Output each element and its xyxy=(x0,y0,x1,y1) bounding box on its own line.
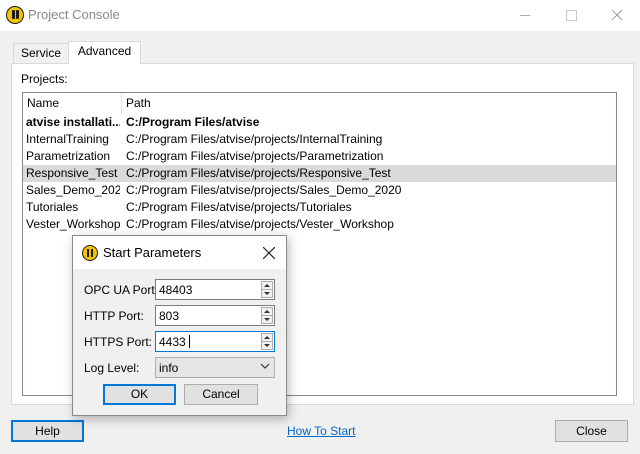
https-port-value: 4433 xyxy=(159,335,186,349)
project-path-cell: C:/Program Files/atvise/projects/Paramet… xyxy=(126,149,384,163)
list-item[interactable]: Responsive_Test C:/Program Files/atvise/p… xyxy=(23,165,616,182)
project-path-cell: C:/Program Files/atvise xyxy=(126,115,260,129)
column-header-path[interactable]: Path xyxy=(122,93,616,114)
list-item[interactable]: Vester_Workshop C:/Program Files/atvise/p… xyxy=(23,216,616,233)
list-item[interactable]: atvise installati... C:/Program Files/atv… xyxy=(23,114,616,131)
title-bar: Project Console xyxy=(0,0,640,31)
how-to-start-link[interactable]: How To Start xyxy=(287,424,355,438)
close-button[interactable]: Close xyxy=(555,420,628,442)
http-port-stepper[interactable]: 803 xyxy=(155,305,275,326)
log-level-label: Log Level: xyxy=(84,361,140,375)
log-level-select[interactable]: info xyxy=(155,357,275,378)
http-port-value: 803 xyxy=(159,309,180,323)
arrow-down-icon[interactable] xyxy=(262,316,272,324)
project-path-cell: C:/Program Files/atvise/projects/Sales_D… xyxy=(126,183,402,197)
tab-advanced[interactable]: Advanced xyxy=(68,41,141,64)
atvise-app-icon xyxy=(6,6,24,24)
list-item[interactable]: Tutoriales C:/Program Files/atvise/projec… xyxy=(23,199,616,216)
dialog-title: Start Parameters xyxy=(103,245,202,260)
text-caret xyxy=(189,335,190,348)
arrow-up-icon[interactable] xyxy=(262,282,272,290)
ok-button[interactable]: OK xyxy=(103,384,176,405)
project-name-cell: Responsive_Test xyxy=(26,166,118,180)
spin-arrows[interactable] xyxy=(261,307,273,324)
dialog-close-button[interactable] xyxy=(259,243,279,263)
list-item[interactable]: InternalTraining C:/Program Files/atvise/… xyxy=(23,131,616,148)
column-header-name[interactable]: Name xyxy=(23,93,122,114)
opc-ua-port-value: 48403 xyxy=(159,283,193,297)
dialog-title-bar: Start Parameters xyxy=(73,236,286,269)
chevron-down-icon xyxy=(260,363,270,369)
projects-label: Projects: xyxy=(21,72,68,86)
arrow-up-icon[interactable] xyxy=(262,334,272,342)
project-name-cell: InternalTraining xyxy=(26,132,109,146)
window-close-button[interactable] xyxy=(594,0,640,31)
project-name-cell: atvise installati... xyxy=(26,115,120,129)
project-name-cell: Sales_Demo_2020 xyxy=(26,183,120,197)
project-name-cell: Parametrization xyxy=(26,149,111,163)
opc-ua-port-stepper[interactable]: 48403 xyxy=(155,279,275,300)
spin-arrows[interactable] xyxy=(261,281,273,298)
close-icon xyxy=(263,247,275,259)
project-path-cell: C:/Program Files/atvise/projects/Interna… xyxy=(126,132,383,146)
arrow-down-icon[interactable] xyxy=(262,290,272,298)
project-path-cell: C:/Program Files/atvise/projects/Vester_… xyxy=(126,217,394,231)
list-item[interactable]: Parametrization C:/Program Files/atvise/p… xyxy=(23,148,616,165)
log-level-value: info xyxy=(159,361,179,375)
project-path-cell: C:/Program Files/atvise/projects/Tutoria… xyxy=(126,200,352,214)
cancel-button[interactable]: Cancel xyxy=(184,384,258,405)
spin-arrows[interactable] xyxy=(261,333,273,350)
maximize-button[interactable] xyxy=(548,0,594,31)
close-icon xyxy=(612,10,622,20)
atvise-app-icon xyxy=(82,245,98,261)
http-port-label: HTTP Port: xyxy=(84,309,144,323)
list-body: atvise installati... C:/Program Files/atv… xyxy=(23,114,616,233)
project-name-cell: Vester_Workshop xyxy=(26,217,120,231)
arrow-up-icon[interactable] xyxy=(262,308,272,316)
start-parameters-dialog: Start Parameters OPC UA Port: 48403 HTTP… xyxy=(72,235,287,416)
https-port-stepper[interactable]: 4433 xyxy=(155,331,275,352)
help-button[interactable]: Help xyxy=(11,420,84,442)
list-header: Name Path xyxy=(23,93,616,114)
project-path-cell: C:/Program Files/atvise/projects/Respons… xyxy=(126,166,391,180)
window-title: Project Console xyxy=(28,7,120,22)
project-name-cell: Tutoriales xyxy=(26,200,79,214)
arrow-down-icon[interactable] xyxy=(262,342,272,350)
list-item[interactable]: Sales_Demo_2020 C:/Program Files/atvise/p… xyxy=(23,182,616,199)
opc-ua-port-label: OPC UA Port: xyxy=(84,283,159,297)
minimize-button[interactable] xyxy=(502,0,548,31)
https-port-label: HTTPS Port: xyxy=(84,335,153,349)
tab-service[interactable]: Service xyxy=(13,43,69,63)
